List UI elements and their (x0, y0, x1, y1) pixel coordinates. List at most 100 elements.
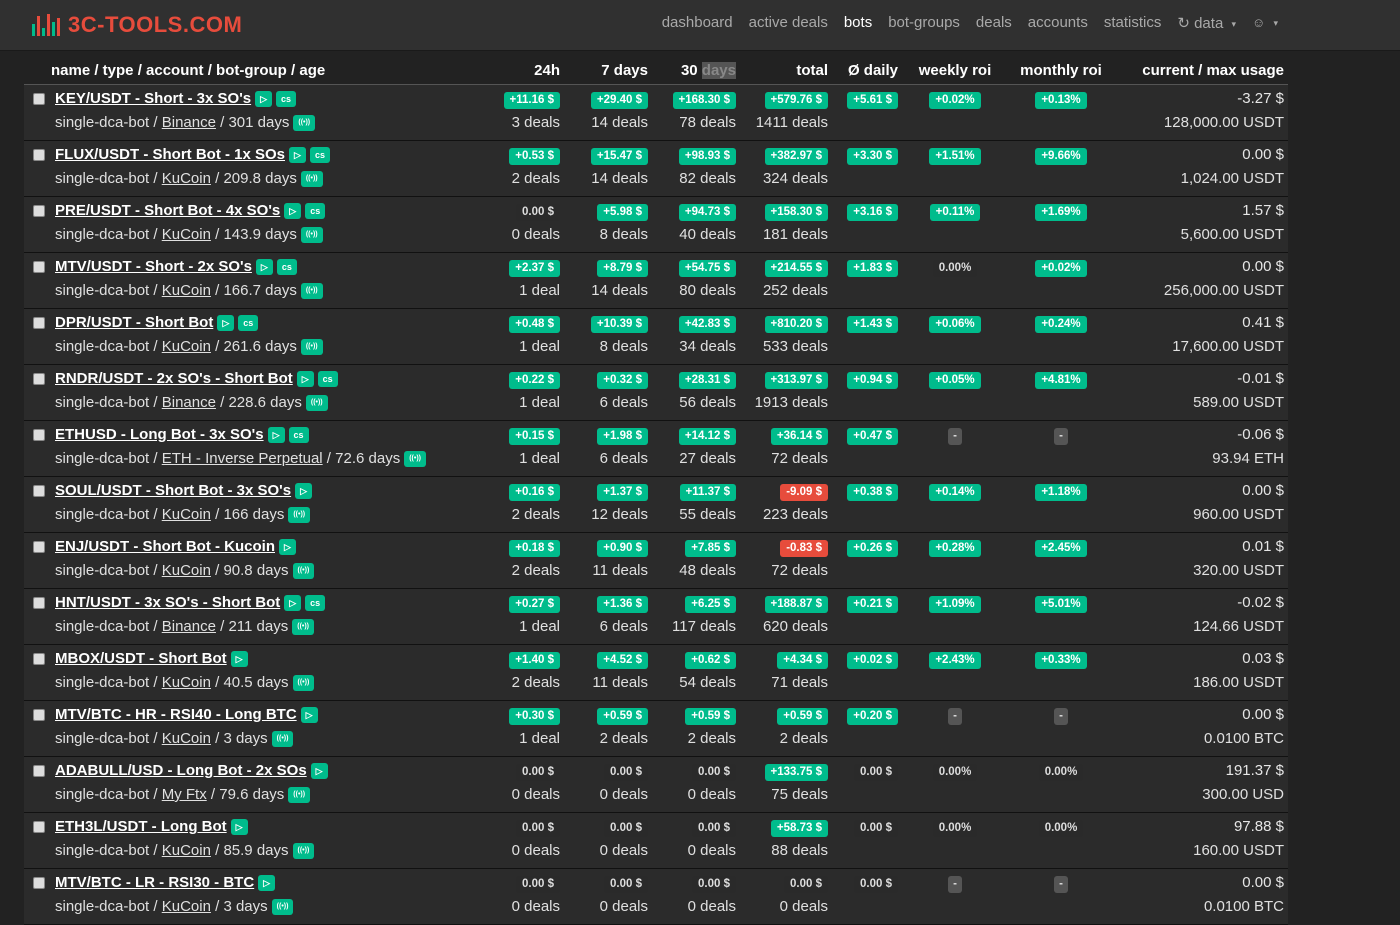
signal-icon[interactable]: ((•)) (293, 115, 316, 132)
nav-active-deals[interactable]: active deals (749, 14, 828, 32)
row-checkbox[interactable] (33, 653, 45, 665)
exchange-link[interactable]: KuCoin (162, 338, 211, 355)
play-icon[interactable]: ▷ (217, 315, 235, 332)
bot-name-link[interactable]: MTV/BTC - HR - RSI40 - Long BTC (55, 706, 297, 723)
cs-button[interactable]: cs (305, 203, 326, 220)
bot-name-link[interactable]: KEY/USDT - Short - 3x SO's (55, 90, 251, 107)
play-icon[interactable]: ▷ (255, 91, 273, 108)
bot-name-link[interactable]: HNT/USDT - 3x SO's - Short Bot (55, 594, 280, 611)
play-icon[interactable]: ▷ (295, 483, 313, 500)
exchange-link[interactable]: My Ftx (162, 786, 207, 803)
exchange-link[interactable]: KuCoin (162, 842, 211, 859)
exchange-link[interactable]: KuCoin (162, 226, 211, 243)
bot-name-link[interactable]: PRE/USDT - Short Bot - 4x SO's (55, 202, 280, 219)
bot-name-link[interactable]: MTV/USDT - Short - 2x SO's (55, 258, 252, 275)
row-checkbox[interactable] (33, 261, 45, 273)
play-icon[interactable]: ▷ (230, 651, 248, 668)
brand[interactable]: 3C-TOOLS.COM (32, 12, 242, 38)
exchange-link[interactable]: ETH - Inverse Perpetual (162, 450, 323, 467)
bot-name-link[interactable]: ETHUSD - Long Bot - 3x SO's (55, 426, 264, 443)
cs-button[interactable]: cs (309, 147, 330, 164)
exchange-link[interactable]: Binance (162, 394, 216, 411)
row-checkbox[interactable] (33, 765, 45, 777)
col-header-30days[interactable]: 30 days (652, 56, 740, 85)
bot-name-link[interactable]: RNDR/USDT - 2x SO's - Short Bot (55, 370, 293, 387)
row-checkbox[interactable] (33, 373, 45, 385)
play-icon[interactable]: ▷ (230, 819, 248, 836)
signal-icon[interactable]: ((•)) (292, 619, 315, 636)
nav-accounts[interactable]: accounts (1028, 14, 1088, 32)
row-checkbox[interactable] (33, 541, 45, 553)
col-header-24h[interactable]: 24h (484, 56, 564, 85)
cs-button[interactable]: cs (317, 371, 338, 388)
bot-name-link[interactable]: MBOX/USDT - Short Bot (55, 650, 227, 667)
signal-icon[interactable]: ((•)) (271, 731, 294, 748)
signal-icon[interactable]: ((•)) (305, 395, 328, 412)
exchange-link[interactable]: Binance (162, 618, 216, 635)
exchange-link[interactable]: KuCoin (162, 674, 211, 691)
exchange-link[interactable]: KuCoin (162, 898, 211, 915)
col-header-monthly-roi[interactable]: monthly roi (1008, 56, 1114, 85)
col-header-usage[interactable]: current / max usage (1114, 56, 1288, 85)
play-icon[interactable]: ▷ (284, 595, 302, 612)
exchange-link[interactable]: KuCoin (162, 562, 211, 579)
row-checkbox[interactable] (33, 709, 45, 721)
user-menu[interactable]: ☺ ▾ (1252, 14, 1282, 32)
bot-name-link[interactable]: FLUX/USDT - Short Bot - 1x SOs (55, 146, 285, 163)
nav-dashboard[interactable]: dashboard (662, 14, 733, 32)
play-icon[interactable]: ▷ (267, 427, 285, 444)
exchange-link[interactable]: KuCoin (162, 730, 211, 747)
signal-icon[interactable]: ((•)) (288, 507, 311, 524)
nav-bots[interactable]: bots (844, 14, 872, 32)
play-icon[interactable]: ▷ (296, 371, 314, 388)
play-icon[interactable]: ▷ (284, 203, 302, 220)
col-header-7days[interactable]: 7 days (564, 56, 652, 85)
row-checkbox[interactable] (33, 597, 45, 609)
signal-icon[interactable]: ((•)) (404, 451, 426, 468)
bot-name-link[interactable]: ENJ/USDT - Short Bot - Kucoin (55, 538, 275, 555)
signal-icon[interactable]: ((•)) (300, 339, 323, 356)
nav-deals[interactable]: deals (976, 14, 1012, 32)
bot-name-link[interactable]: DPR/USDT - Short Bot (55, 314, 213, 331)
signal-icon[interactable]: ((•)) (288, 787, 311, 804)
signal-icon[interactable]: ((•)) (300, 171, 323, 188)
cs-button[interactable]: cs (238, 315, 259, 332)
play-icon[interactable]: ▷ (255, 259, 273, 276)
row-checkbox[interactable] (33, 93, 45, 105)
cs-button[interactable]: cs (276, 259, 297, 276)
nav-statistics[interactable]: statistics (1104, 14, 1162, 32)
nav-data-dropdown[interactable]: ↻ data ▾ (1177, 14, 1236, 32)
signal-icon[interactable]: ((•)) (271, 899, 294, 916)
row-checkbox[interactable] (33, 485, 45, 497)
play-icon[interactable]: ▷ (310, 763, 328, 780)
row-checkbox[interactable] (33, 317, 45, 329)
row-checkbox[interactable] (33, 429, 45, 441)
signal-icon[interactable]: ((•)) (292, 563, 315, 580)
exchange-link[interactable]: Binance (162, 114, 216, 131)
col-header-daily[interactable]: Ø daily (832, 56, 902, 85)
row-checkbox[interactable] (33, 821, 45, 833)
col-header-name[interactable]: name / type / account / bot-group / age (24, 56, 484, 85)
play-icon[interactable]: ▷ (289, 147, 306, 164)
nav-bot-groups[interactable]: bot-groups (888, 14, 960, 32)
bot-name-link[interactable]: SOUL/USDT - Short Bot - 3x SO's (55, 482, 291, 499)
signal-icon[interactable]: ((•)) (292, 843, 315, 860)
col-header-weekly-roi[interactable]: weekly roi (902, 56, 1008, 85)
col-header-total[interactable]: total (740, 56, 832, 85)
cs-button[interactable]: cs (276, 91, 297, 108)
signal-icon[interactable]: ((•)) (300, 283, 323, 300)
row-checkbox[interactable] (33, 877, 45, 889)
row-checkbox[interactable] (33, 149, 45, 161)
bot-name-link[interactable]: ETH3L/USDT - Long Bot (55, 818, 227, 835)
cs-button[interactable]: cs (305, 595, 326, 612)
play-icon[interactable]: ▷ (279, 539, 296, 556)
cs-button[interactable]: cs (288, 427, 309, 444)
signal-icon[interactable]: ((•)) (292, 675, 315, 692)
bot-name-link[interactable]: ADABULL/USD - Long Bot - 2x SOs (55, 762, 307, 779)
signal-icon[interactable]: ((•)) (300, 227, 323, 244)
exchange-link[interactable]: KuCoin (162, 170, 211, 187)
play-icon[interactable]: ▷ (300, 707, 318, 724)
exchange-link[interactable]: KuCoin (162, 282, 211, 299)
exchange-link[interactable]: KuCoin (162, 506, 211, 523)
row-checkbox[interactable] (33, 205, 45, 217)
